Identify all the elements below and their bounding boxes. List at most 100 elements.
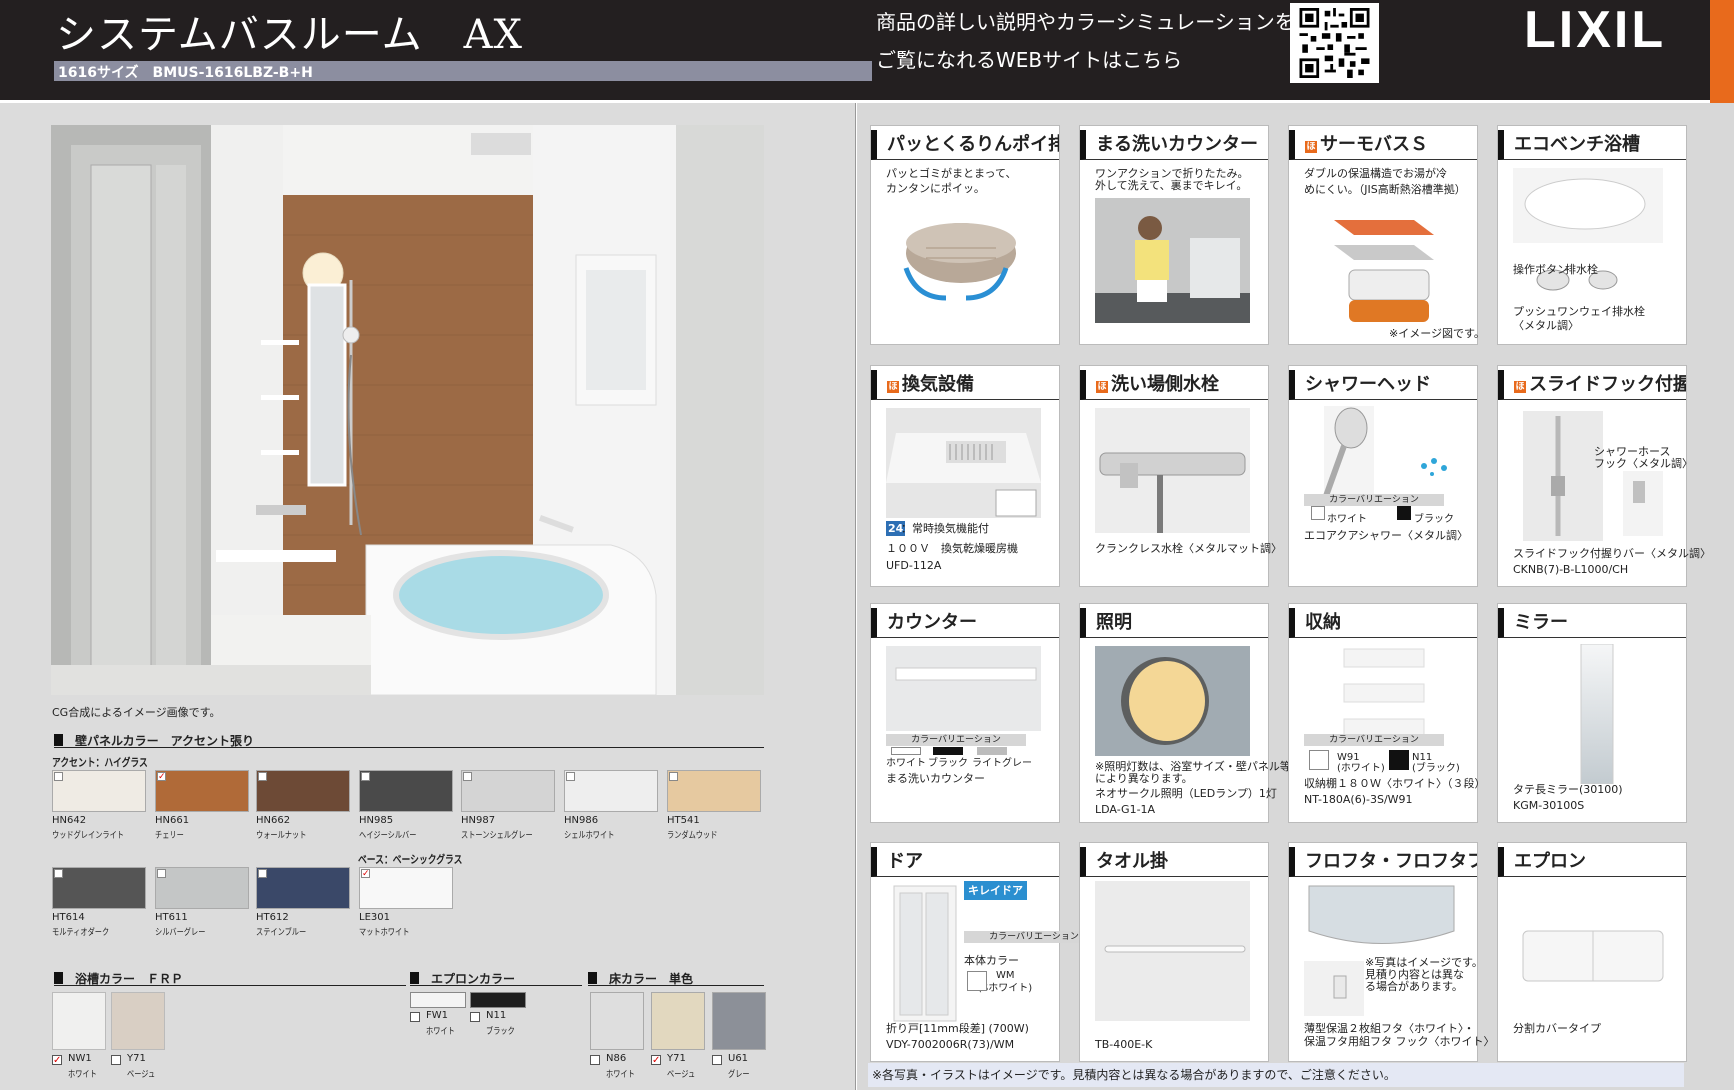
card-text: エコアクアシャワー〈メタル調〉 bbox=[1304, 529, 1469, 542]
wall-swatch[interactable] bbox=[564, 770, 658, 812]
swatch-code: HT611 bbox=[155, 912, 188, 923]
swatch-code: HT612 bbox=[256, 912, 289, 923]
swatch-checkbox[interactable] bbox=[361, 772, 370, 781]
wall-swatch[interactable] bbox=[461, 770, 555, 812]
swatch-name: ウォールナット bbox=[256, 831, 307, 841]
swatch-checkbox[interactable] bbox=[566, 772, 575, 781]
card-title: エコベンチ浴槽 bbox=[1498, 130, 1686, 160]
feature-card-8[interactable]: ほスライドフック付握りバーシャワーホースフック〈メタル調〉スライドフック付握りバ… bbox=[1497, 365, 1711, 587]
color-chip-black[interactable] bbox=[933, 747, 963, 755]
house-tag-icon: ほ bbox=[1514, 381, 1526, 393]
apron-name: ブラック bbox=[486, 1027, 515, 1037]
apron-checkbox[interactable] bbox=[470, 1012, 480, 1022]
swatch-checkbox[interactable] bbox=[54, 772, 63, 781]
house-tag-icon: ほ bbox=[1305, 141, 1317, 153]
color-chip-white[interactable] bbox=[1309, 750, 1329, 770]
product-image bbox=[1513, 406, 1673, 550]
color-chip-black[interactable] bbox=[1389, 750, 1409, 770]
wall-swatch[interactable] bbox=[667, 770, 761, 812]
swatch-checkbox[interactable] bbox=[54, 869, 63, 878]
floor-swatch[interactable] bbox=[590, 992, 644, 1050]
apron-swatch[interactable] bbox=[470, 992, 526, 1008]
feature-card-6[interactable]: ほ洗い場側水栓 クランクレス水栓〈メタルマット調〉 bbox=[1079, 365, 1282, 587]
tub-name: ホワイト bbox=[68, 1070, 97, 1080]
tub-swatch[interactable] bbox=[52, 992, 106, 1050]
swatch-checkbox[interactable] bbox=[669, 772, 678, 781]
feature-card-13[interactable]: ドア キレイドア カラーバリエーション 本体カラー WM (Sホワイト) 折り戸[11mm段… bbox=[870, 842, 1104, 1062]
swatch-checkbox[interactable]: ✓ bbox=[157, 772, 166, 782]
feature-card-9[interactable]: カウンター カラーバリエーション ホワイト ブラック ライトグレー まる洗いカウンター bbox=[870, 603, 1060, 823]
feature-card-14[interactable]: タオル掛 TB-400E-K bbox=[1079, 842, 1269, 1062]
wall-swatch[interactable] bbox=[155, 867, 249, 909]
wall-swatch[interactable] bbox=[52, 770, 146, 812]
card-title-text: エコベンチ浴槽 bbox=[1514, 134, 1640, 155]
feature-card-10[interactable]: 照明 ※照明灯数は、浴室サイズ・壁パネル等 により異なります。 ネオサークル照明（LE… bbox=[1079, 603, 1291, 823]
feature-card-11[interactable]: 収納 カラーバリエーション W91 (ホワイト) N11 (ブラック) 収納棚１８０Ｗ〈ホワ… bbox=[1288, 603, 1486, 823]
feature-card-3[interactable]: ほサーモバスＳ ダブルの保温構造でお湯が冷 めにくい。（JIS高断熱浴槽準拠） ※イメ… bbox=[1288, 125, 1485, 345]
swatch-name: ストーンシェルグレー bbox=[461, 831, 533, 841]
swatch-name: ステインブルー bbox=[256, 928, 307, 938]
color-chip-white[interactable] bbox=[967, 971, 987, 991]
tub-checkbox[interactable] bbox=[111, 1055, 121, 1065]
product-image bbox=[1513, 921, 1668, 995]
product-image bbox=[1304, 200, 1454, 329]
card-text: (ホワイト) bbox=[1337, 763, 1385, 774]
feature-card-2[interactable]: まる洗いカウンター ワンアクションで折りたたみ。 外して洗えて、裏までキレイ。 bbox=[1079, 125, 1269, 345]
color-chip-white[interactable] bbox=[1311, 506, 1325, 520]
floor-checkbox[interactable] bbox=[590, 1055, 600, 1065]
floor-code: U61 bbox=[728, 1053, 749, 1064]
color-variation-label: カラーバリエーション bbox=[886, 734, 1026, 746]
wall-swatch[interactable] bbox=[256, 867, 350, 909]
card-text: 排水栓 bbox=[1565, 263, 1598, 276]
swatch-name: マットホワイト bbox=[359, 928, 410, 938]
wall-swatch[interactable] bbox=[359, 770, 453, 812]
swatch-checkbox[interactable] bbox=[463, 772, 472, 781]
floor-checkbox[interactable]: ✓ bbox=[651, 1055, 661, 1066]
swatch-code: HN985 bbox=[359, 815, 394, 826]
tub-code: NW1 bbox=[68, 1053, 92, 1064]
qr-code-icon[interactable] bbox=[1290, 3, 1379, 83]
floor-swatch[interactable] bbox=[712, 992, 766, 1050]
color-chip-black[interactable] bbox=[1397, 506, 1411, 520]
swatch-code: LE301 bbox=[359, 912, 390, 923]
feature-card-7[interactable]: シャワーヘッド カラーバリエーション ホワイト ブラック エコアクアシャワー〈メタル調〉 bbox=[1288, 365, 1478, 587]
swatch-checkbox[interactable] bbox=[258, 869, 267, 878]
swatch-checkbox[interactable] bbox=[157, 869, 166, 878]
card-text: 分割カバータイプ bbox=[1513, 1022, 1601, 1035]
swatch-checkbox[interactable]: ✓ bbox=[361, 869, 370, 879]
swatch-name: モルティオダーク bbox=[52, 928, 110, 938]
card-title: タオル掛 bbox=[1080, 847, 1268, 877]
card-text: TB-400E-K bbox=[1095, 1038, 1153, 1051]
feature-card-15[interactable]: フロフタ・フロフタフック※写真はイメージです。見積り内容とは異なる場合があります… bbox=[1288, 842, 1495, 1062]
brand-label: キレイドア bbox=[964, 881, 1027, 900]
card-title-text: シャワーヘッド bbox=[1305, 374, 1431, 395]
card-text: 折り戸[11mm段差] (700W) bbox=[886, 1022, 1029, 1035]
floor-name: グレー bbox=[728, 1070, 750, 1080]
card-text: 外して洗えて、裏までキレイ。 bbox=[1095, 179, 1248, 192]
wall-swatch[interactable] bbox=[52, 867, 146, 909]
feature-card-16[interactable]: エプロン 分割カバータイプ bbox=[1497, 842, 1687, 1062]
product-image bbox=[1304, 406, 1459, 502]
feature-card-5[interactable]: ほ換気設備 24 ：常時換気機能付 １００Ｖ 換気乾燥暖房機 UFD-112A bbox=[870, 365, 1060, 587]
feature-card-4[interactable]: エコベンチ浴槽 操作ボタン 排水栓 プッシュワンウェイ排水栓 〈メタル調〉 bbox=[1497, 125, 1687, 345]
card-title: ほスライドフック付握りバー bbox=[1498, 370, 1686, 400]
wall-swatch[interactable]: ✓ bbox=[155, 770, 249, 812]
card-title: ほサーモバスＳ bbox=[1289, 130, 1477, 160]
apron-checkbox[interactable] bbox=[410, 1012, 420, 1022]
feature-card-1[interactable]: パッとくるりんポイ排水口パッとゴミがまとまって、カンタンにポイッ。 bbox=[870, 125, 1060, 345]
page-title: システムバスルーム AX bbox=[56, 12, 523, 58]
floor-swatch[interactable] bbox=[651, 992, 705, 1050]
wall-swatch[interactable]: ✓ bbox=[359, 867, 453, 909]
feature-card-12[interactable]: ミラー タテ長ミラー(30100) KGM-30100S bbox=[1497, 603, 1687, 823]
card-text: VDY-7002006R(73)/WM bbox=[886, 1038, 1015, 1051]
color-chip-lightgray[interactable] bbox=[977, 747, 1007, 755]
swatch-checkbox[interactable] bbox=[258, 772, 267, 781]
color-chip-white[interactable] bbox=[891, 747, 921, 755]
tub-checkbox[interactable]: ✓ bbox=[52, 1055, 62, 1066]
wall-swatch[interactable] bbox=[256, 770, 350, 812]
card-text: ※イメージ図です。 bbox=[1389, 327, 1485, 340]
tub-swatch[interactable] bbox=[111, 992, 165, 1050]
card-text: UFD-112A bbox=[886, 559, 942, 572]
apron-swatch[interactable] bbox=[410, 992, 466, 1008]
floor-checkbox[interactable] bbox=[712, 1055, 722, 1065]
